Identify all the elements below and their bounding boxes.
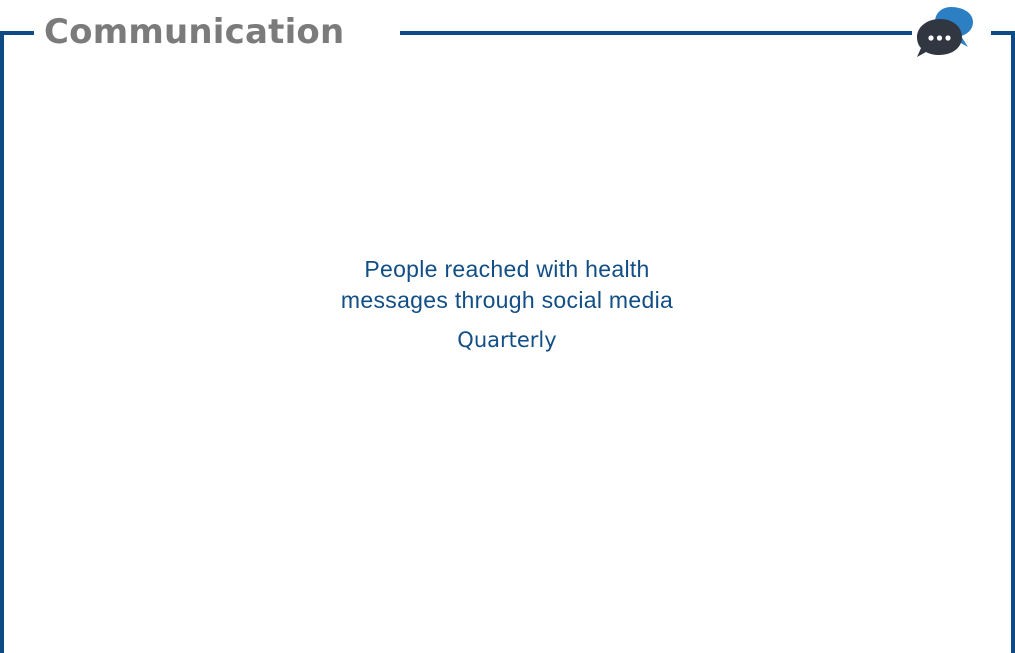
frame-right-line	[1011, 31, 1015, 653]
indicator-frequency: Quarterly	[457, 328, 557, 352]
indicator-title: People reached with health messages thro…	[340, 256, 674, 313]
frame-left-line	[0, 34, 4, 653]
chat-bubbles-icon	[917, 7, 973, 57]
indicator-card: People reached with health messages thro…	[307, 254, 707, 354]
communication-panel: Communication People reached with health…	[0, 0, 1015, 653]
frame-top-line	[400, 31, 912, 35]
frame-left-top-line	[0, 31, 34, 35]
section-title: Communication	[44, 12, 345, 52]
